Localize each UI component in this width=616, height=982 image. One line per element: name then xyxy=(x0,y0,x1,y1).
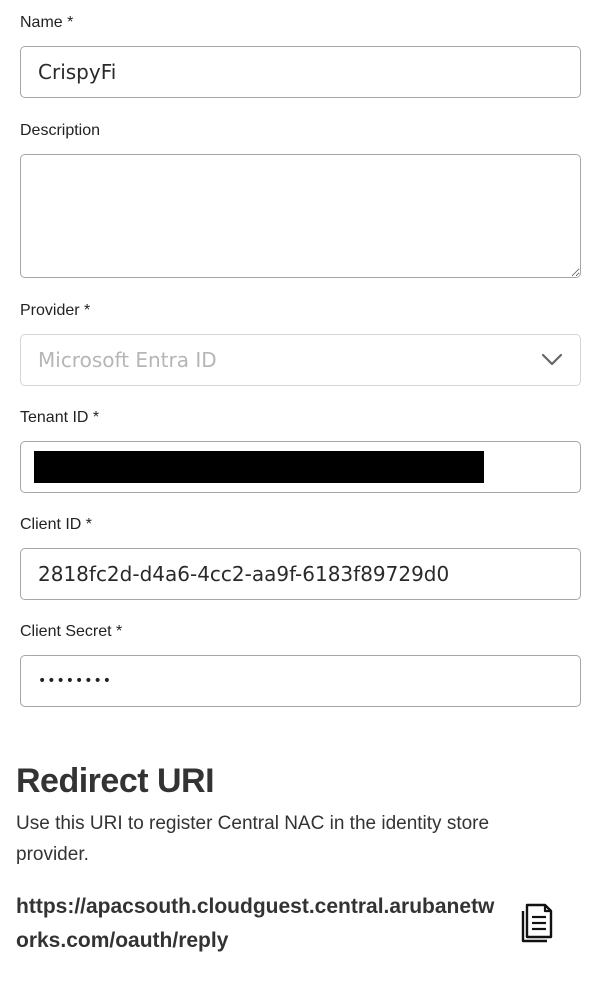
chevron-down-icon xyxy=(541,353,563,366)
redacted-block xyxy=(34,451,484,483)
redirect-uri-value: https://apacsouth.cloudguest.central.aru… xyxy=(16,895,495,952)
provider-select-value: Microsoft Entra ID xyxy=(38,348,217,372)
client-id-input[interactable]: 2818fc2d-d4a6-4cc2-aa9f-6183f89729d0 xyxy=(20,548,581,600)
description-label: Description xyxy=(20,122,101,139)
redirect-uri-description: Use this URI to register Central NAC in … xyxy=(16,813,490,865)
client-id-input-value: 2818fc2d-d4a6-4cc2-aa9f-6183f89729d0 xyxy=(38,562,450,586)
tenant-id-label: Tenant ID * xyxy=(20,409,100,426)
tenant-id-input[interactable] xyxy=(20,441,581,493)
client-secret-masked-value: •••••••• xyxy=(38,673,113,689)
provider-select[interactable]: Microsoft Entra ID xyxy=(20,334,581,386)
client-secret-label: Client Secret * xyxy=(20,623,123,640)
name-label: Name * xyxy=(20,14,74,31)
provider-label: Provider * xyxy=(20,302,91,319)
copy-document-icon xyxy=(521,903,553,943)
name-input[interactable]: CrispyFi xyxy=(20,46,581,98)
name-input-value: CrispyFi xyxy=(38,60,117,84)
client-secret-input[interactable]: •••••••• xyxy=(20,655,581,707)
client-id-label: Client ID * xyxy=(20,516,93,533)
description-textarea[interactable] xyxy=(20,154,581,278)
copy-uri-button[interactable] xyxy=(518,902,558,946)
redirect-uri-heading: Redirect URI xyxy=(16,762,215,800)
